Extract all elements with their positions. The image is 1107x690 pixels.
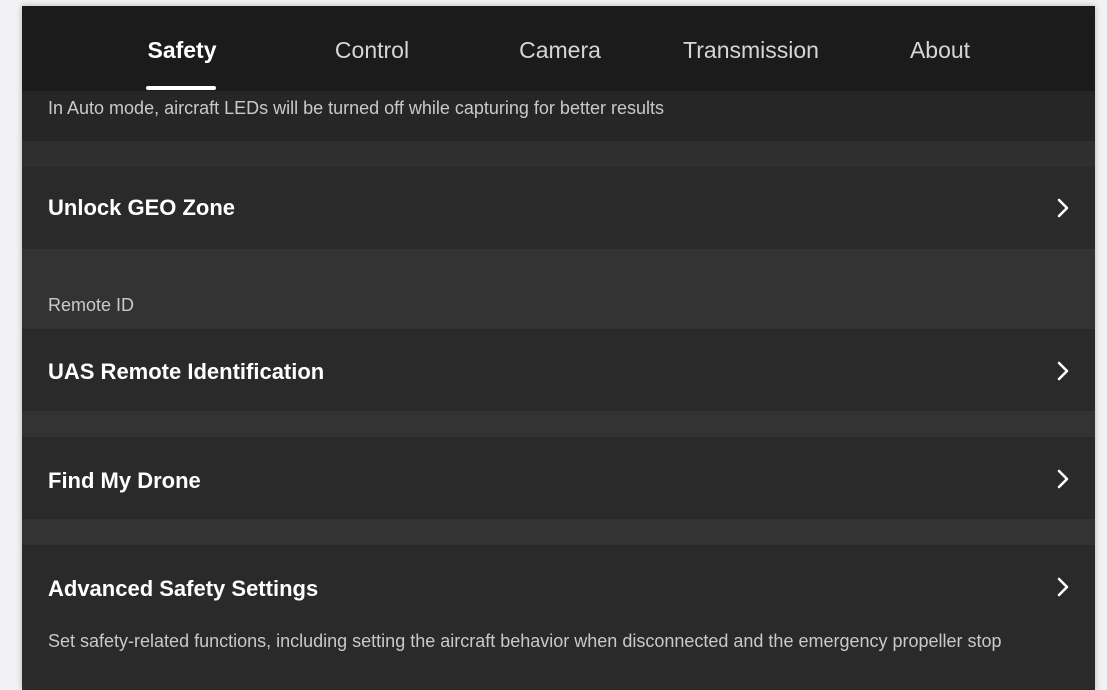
section-gap: [22, 141, 1095, 167]
chevron-right-icon: [1057, 469, 1069, 489]
section-gap: [22, 411, 1095, 437]
remote-id-section-label: Remote ID: [48, 295, 135, 315]
tab-about[interactable]: About: [910, 6, 970, 91]
find-my-drone-row[interactable]: Find My Drone: [22, 437, 1095, 519]
tab-camera[interactable]: Camera: [519, 6, 601, 91]
tab-bar: Safety Control Camera Transmission About: [22, 6, 1095, 91]
uas-remote-identification-row[interactable]: UAS Remote Identification: [22, 329, 1095, 411]
unlock-geo-zone-label: Unlock GEO Zone: [48, 195, 236, 220]
find-my-drone-label: Find My Drone: [48, 468, 201, 493]
chevron-right-icon: [1057, 577, 1069, 597]
settings-panel: Safety Control Camera Transmission About…: [22, 6, 1095, 690]
chevron-right-icon: [1057, 198, 1069, 218]
unlock-geo-zone-row[interactable]: Unlock GEO Zone: [22, 167, 1095, 249]
advanced-safety-settings-row[interactable]: Advanced Safety Settings Set safety-rela…: [22, 545, 1095, 690]
section-gap: [22, 519, 1095, 545]
tab-safety[interactable]: Safety: [147, 6, 216, 91]
tab-transmission[interactable]: Transmission: [683, 6, 819, 91]
advanced-safety-settings-label: Advanced Safety Settings: [48, 576, 319, 601]
tab-control[interactable]: Control: [335, 6, 409, 91]
auto-mode-note: In Auto mode, aircraft LEDs will be turn…: [48, 98, 664, 118]
chevron-right-icon: [1057, 361, 1069, 381]
active-tab-indicator: [146, 86, 216, 90]
advanced-safety-description: Set safety-related functions, including …: [48, 631, 1002, 651]
remote-id-section: Remote ID: [22, 249, 1095, 329]
uas-remote-identification-label: UAS Remote Identification: [48, 359, 325, 384]
